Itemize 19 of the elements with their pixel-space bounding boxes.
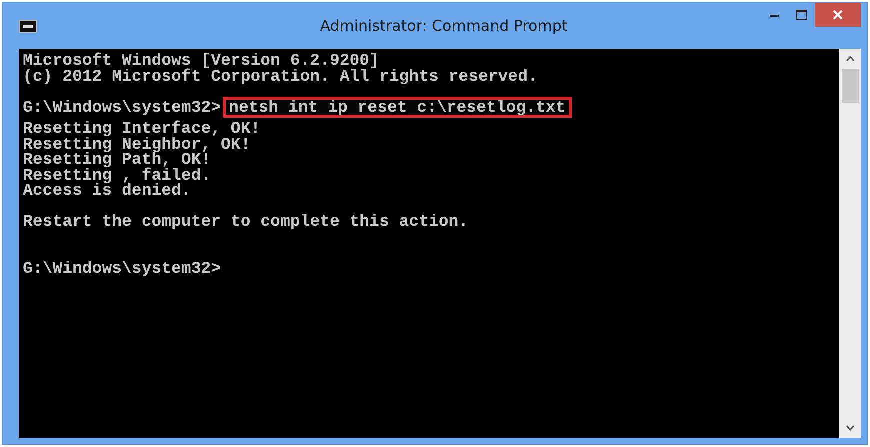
scrollbar[interactable] — [839, 49, 861, 438]
maximize-icon — [796, 10, 807, 20]
console-line: Restart the computer to complete this action. — [23, 214, 469, 230]
console-line: Access is denied. — [23, 183, 192, 198]
window-title: Administrator: Command Prompt — [319, 17, 569, 35]
console-line: Resetting , failed. — [23, 168, 212, 183]
console-line: Resetting Path, OK! — [23, 152, 212, 168]
close-button[interactable] — [815, 3, 861, 27]
scroll-thumb[interactable] — [842, 69, 858, 103]
highlighted-command: netsh int ip reset c:\resetlog.txt — [223, 96, 572, 118]
minimize-icon — [770, 14, 779, 16]
console-line: Resetting Neighbor, OK! — [23, 136, 251, 152]
console-line: (c) 2012 Microsoft Corporation. All rights reserved. — [23, 68, 538, 84]
console-line: Resetting Interface, OK! — [23, 121, 261, 136]
console-line: G:\Windows\system32> — [23, 100, 222, 115]
console-line: Microsoft Windows [Version 6.2.9200] — [23, 53, 380, 68]
console-icon — [19, 20, 37, 32]
console-line: G:\Windows\system32> — [23, 260, 222, 276]
close-icon — [833, 10, 843, 20]
